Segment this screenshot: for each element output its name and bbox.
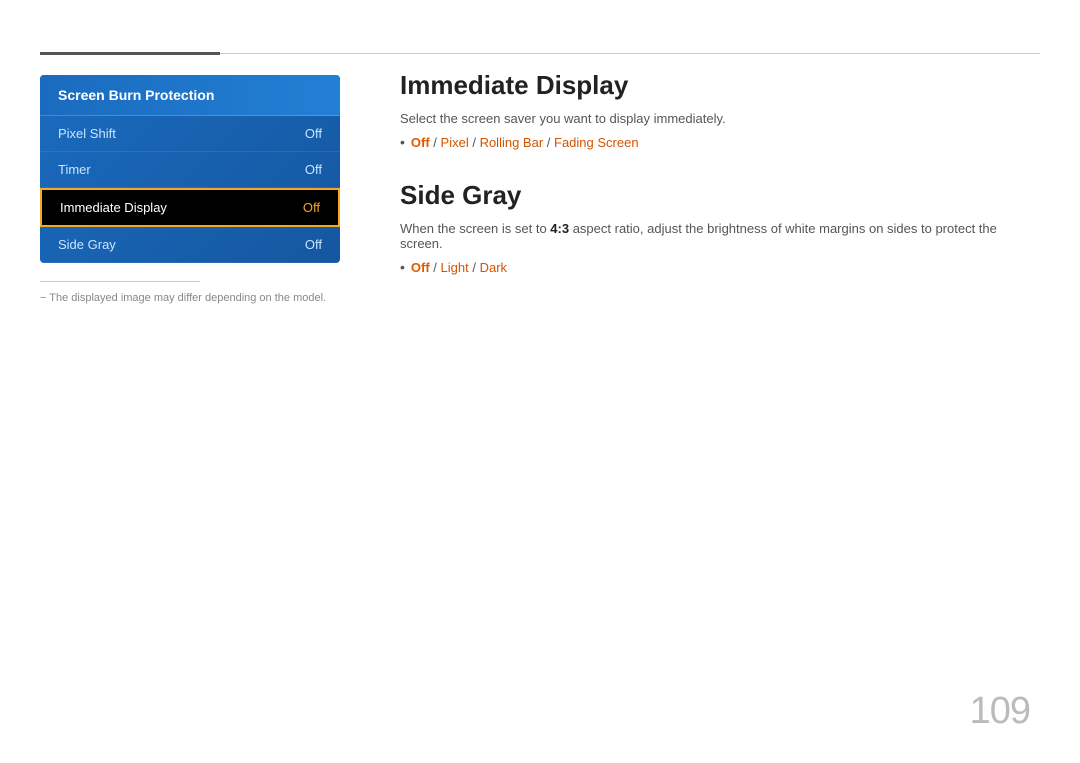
opt-sep1-1: / [430,135,441,150]
menu-header: Screen Burn Protection [40,75,340,116]
side-gray-desc-pre: When the screen is set to [400,221,550,236]
aspect-ratio-ref: 4:3 [550,221,569,236]
immediate-display-title: Immediate Display [400,70,1020,101]
pixel-shift-value: Off [305,126,322,141]
opt-sep2-2: / [469,260,480,275]
top-line-light [220,53,1040,54]
side-gray-label: Side Gray [58,237,116,252]
page-number: 109 [970,690,1030,733]
immediate-display-label: Immediate Display [60,200,167,215]
side-gray-value: Off [305,237,322,252]
immediate-display-options: Off / Pixel / Rolling Bar / Fading Scree… [400,134,1020,150]
left-panel: Screen Burn Protection Pixel Shift Off T… [40,75,340,304]
menu-item-timer[interactable]: Timer Off [40,152,340,188]
menu-item-pixel-shift[interactable]: Pixel Shift Off [40,116,340,152]
immediate-display-options-list: Off / Pixel / Rolling Bar / Fading Scree… [400,134,1020,150]
menu-item-immediate-display[interactable]: Immediate Display Off [40,188,340,227]
immediate-display-description: Select the screen saver you want to disp… [400,111,1020,126]
model-note: − The displayed image may differ dependi… [40,292,340,304]
side-gray-title: Side Gray [400,180,1020,211]
side-gray-options-list: Off / Light / Dark [400,259,1020,275]
opt-dark: Dark [480,260,507,275]
opt-sep1-2: / [430,260,441,275]
top-line-dark [40,52,220,55]
top-decorative-lines [40,52,1040,55]
side-gray-options: Off / Light / Dark [400,259,1020,275]
opt-light: Light [441,260,469,275]
opt-rolling: Rolling Bar [480,135,544,150]
immediate-display-options-text: Off / Pixel / Rolling Bar / Fading Scree… [411,135,639,150]
opt-fading: Fading Screen [554,135,639,150]
menu-container: Screen Burn Protection Pixel Shift Off T… [40,75,340,263]
opt-sep3-1: / [543,135,554,150]
opt-off-1: Off [411,135,430,150]
side-gray-options-text: Off / Light / Dark [411,260,507,275]
opt-sep2-1: / [469,135,480,150]
side-gray-description: When the screen is set to 4:3 aspect rat… [400,221,1020,251]
opt-off-2: Off [411,260,430,275]
menu-item-side-gray[interactable]: Side Gray Off [40,227,340,263]
timer-value: Off [305,162,322,177]
timer-label: Timer [58,162,91,177]
immediate-display-value: Off [303,200,320,215]
right-content: Immediate Display Select the screen save… [400,70,1020,305]
left-divider [40,281,200,282]
opt-pixel: Pixel [441,135,469,150]
pixel-shift-label: Pixel Shift [58,126,116,141]
